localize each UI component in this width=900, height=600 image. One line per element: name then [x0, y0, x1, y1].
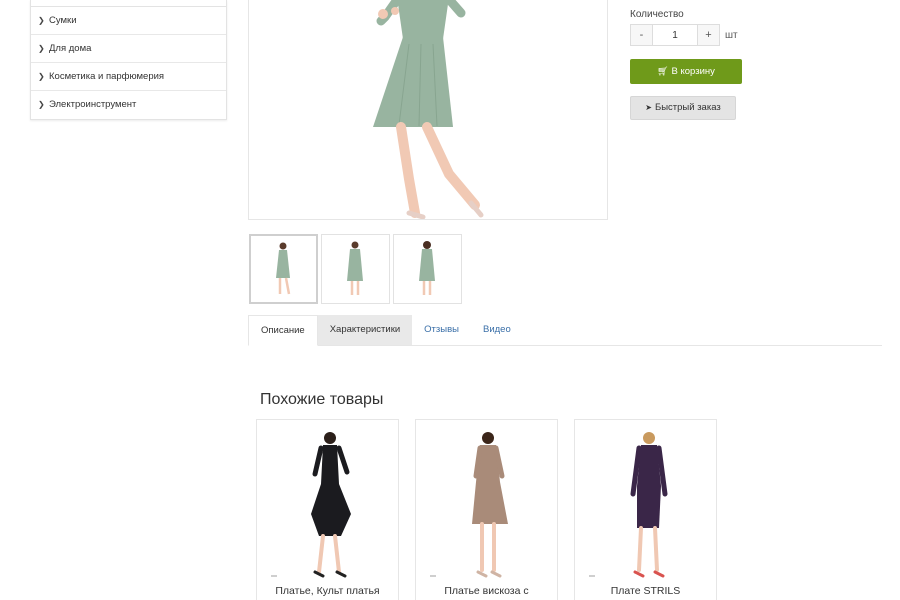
card-indicator: [271, 575, 277, 577]
quick-order-label: Быстрый заказ: [654, 102, 721, 113]
chevron-right-icon: ❯: [38, 16, 45, 25]
sidebar-item-power-tools[interactable]: ❯ Электроинструмент: [31, 91, 226, 119]
card-indicator: [430, 575, 436, 577]
similar-products-heading: Похожие товары: [260, 391, 384, 408]
thumbnail-dress-back: [419, 241, 435, 295]
tab-specifications[interactable]: Характеристики: [317, 315, 413, 345]
quantity-stepper: - + шт: [630, 24, 738, 46]
product-image-beige-dress: [472, 432, 508, 578]
product-card-title: Плате STRILS: [610, 585, 681, 597]
category-sidebar: ❯ Сумки ❯ Для дома ❯ Косметика и парфюмерия…: [30, 0, 227, 120]
similar-products-list: Платье, Культ платья Платье вискоза с Пл…: [256, 419, 717, 600]
product-thumbnails: [249, 234, 462, 304]
sidebar-item-cut-off: [31, 0, 226, 7]
tab-reviews[interactable]: Отзывы: [412, 315, 471, 345]
tab-description[interactable]: Описание: [248, 315, 318, 346]
product-card-title: Платье вискоза с: [444, 585, 529, 597]
sidebar-item-label: Электроинструмент: [49, 99, 137, 110]
product-card-1[interactable]: Платье, Культ платья: [256, 419, 399, 600]
quantity-label: Количество: [630, 9, 684, 20]
quantity-decrement-button[interactable]: -: [630, 24, 653, 46]
chevron-right-icon: ❯: [38, 72, 45, 81]
cart-icon: 🛒︎: [657, 66, 669, 76]
sidebar-item-bags[interactable]: ❯ Сумки: [31, 7, 226, 35]
quantity-increment-button[interactable]: +: [697, 24, 720, 46]
sidebar-item-cosmetics[interactable]: ❯ Косметика и парфюмерия: [31, 63, 226, 91]
card-indicator: [589, 575, 595, 577]
product-tabs: Описание Характеристики Отзывы Видео: [248, 315, 882, 346]
tab-video[interactable]: Видео: [471, 315, 523, 345]
product-image-black-dress: [311, 432, 351, 578]
paper-plane-icon: ➤: [645, 103, 652, 112]
thumbnail-dress-front-2: [347, 241, 363, 295]
sidebar-item-label: Для дома: [49, 43, 92, 54]
sidebar-item-label: Косметика и парфюмерия: [49, 71, 165, 82]
chevron-right-icon: ❯: [38, 44, 45, 53]
dress-model-illustration: [373, 0, 484, 219]
product-card-3[interactable]: Плате STRILS: [574, 419, 717, 600]
add-to-cart-label: В корзину: [671, 66, 715, 77]
quantity-unit: шт: [725, 29, 738, 41]
thumbnail-dress-front: [276, 242, 291, 295]
quantity-input[interactable]: [653, 24, 697, 46]
product-image-purple-dress: [630, 432, 668, 578]
product-main-image[interactable]: [248, 0, 608, 220]
quick-order-button[interactable]: ➤ Быстрый заказ: [630, 96, 736, 120]
product-card-title: Платье, Культ платья: [275, 585, 380, 597]
sidebar-item-label: Сумки: [49, 15, 77, 26]
thumbnail-2[interactable]: [321, 234, 390, 304]
thumbnail-3[interactable]: [393, 234, 462, 304]
add-to-cart-button[interactable]: 🛒︎ В корзину: [630, 59, 742, 84]
sidebar-item-home[interactable]: ❯ Для дома: [31, 35, 226, 63]
chevron-right-icon: ❯: [38, 100, 45, 109]
product-card-2[interactable]: Платье вискоза с: [415, 419, 558, 600]
thumbnail-1[interactable]: [249, 234, 318, 304]
